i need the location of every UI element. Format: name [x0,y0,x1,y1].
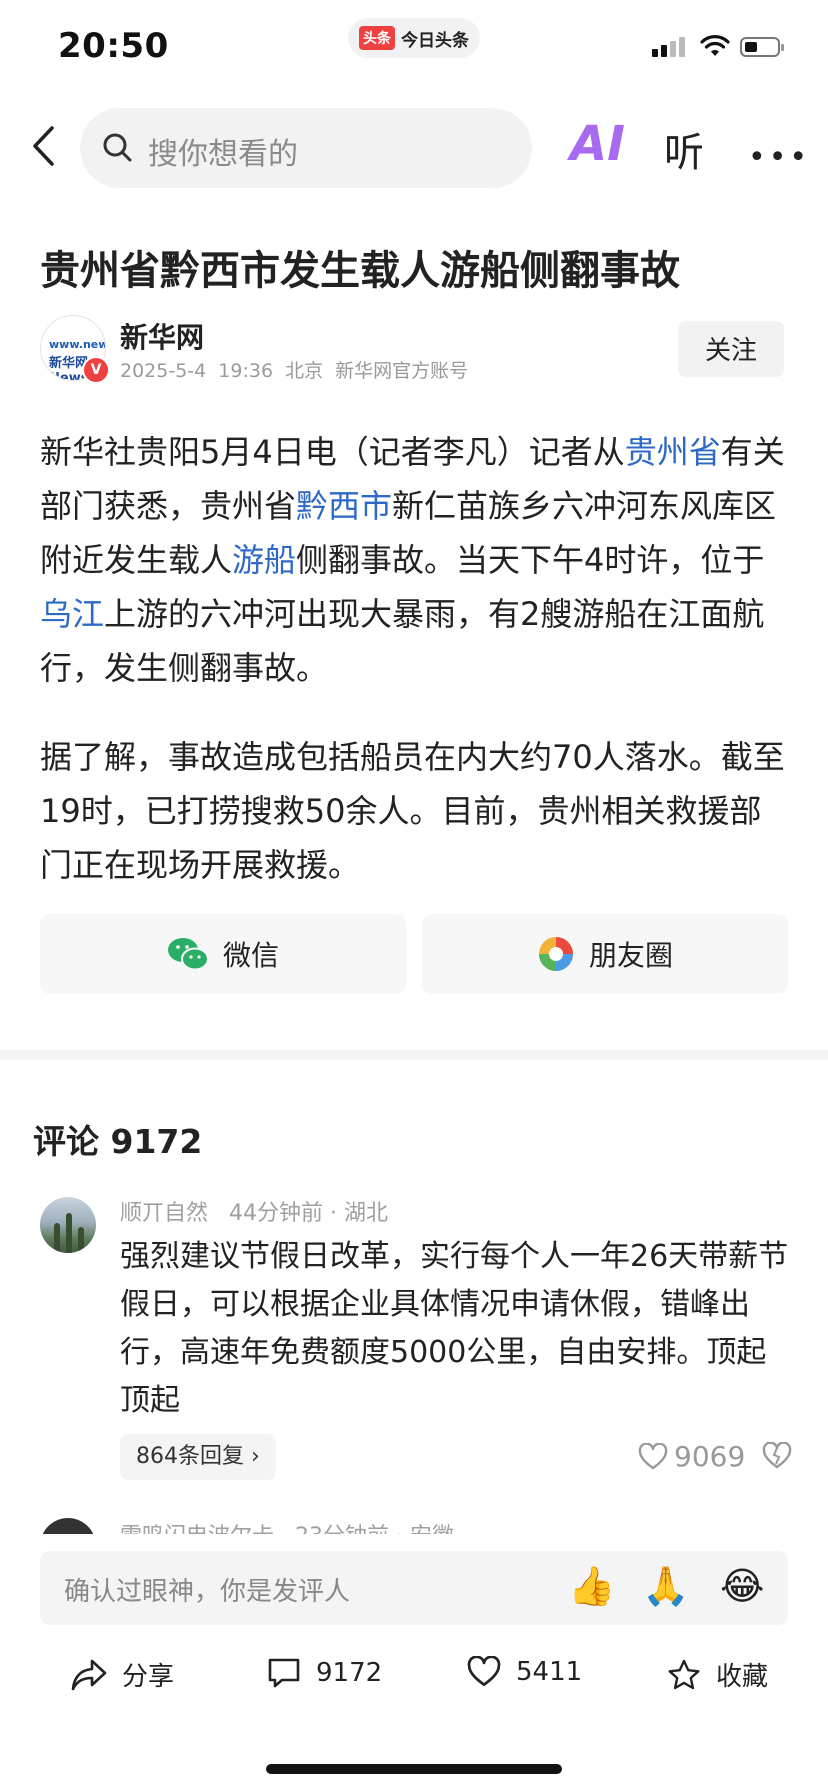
ai-button[interactable]: AI [570,116,625,172]
toutiao-logo: 头条 [359,26,395,50]
comment-input-placeholder: 确认过眼神，你是发评人 [64,1577,351,1607]
account-type: 新华网官方账号 [335,360,469,382]
comment-time: 44分钟前 [229,1201,323,1226]
like-action[interactable]: 5411 [466,1656,582,1688]
favorite-label: 收藏 [716,1662,769,1692]
comment-username[interactable]: 顺丌自然 [120,1201,208,1226]
heart-icon [467,1656,501,1686]
paragraph-text: 侧翻事故。当天下午4时许，位于 [296,541,765,579]
more-icon[interactable]: ••• [748,140,810,175]
share-moments-button[interactable]: 朋友圈 [422,914,788,994]
article-paragraph-1: 新华社贵阳5月4日电（记者李凡）记者从贵州省有关部门获悉，贵州省黔西市新仁苗族乡… [40,425,790,695]
thumbs-up-emoji-icon[interactable]: 👍 [568,1564,615,1609]
keyword-link[interactable]: 游船 [232,541,296,579]
star-icon [668,1659,700,1689]
article-title: 贵州省黔西市发生载人游船侧翻事故 [40,248,680,294]
wechat-label: 微信 [222,939,279,972]
source-name[interactable]: 新华网 [120,316,204,356]
comments-title: 评论 9172 [33,1122,203,1161]
follow-button[interactable]: 关注 [678,321,784,377]
meta-dot: · [330,1201,337,1226]
moments-icon [538,937,573,971]
keyword-link[interactable]: 贵州省 [625,433,721,471]
article-paragraph-2: 据了解，事故造成包括船员在内大约70人落水。截至19时，已打捞搜救50余人。目前… [40,738,785,884]
wechat-icon [167,938,209,971]
avatar-url-text: www.news.cn [49,338,105,351]
comment-like-button[interactable]: 9069 [638,1440,745,1473]
share-wechat-button[interactable]: 微信 [40,914,406,994]
comment-text: 强烈建议节假日改革，实行每个人一年26天带薪节假日，可以根据企业具体情况申请休假… [120,1239,789,1418]
publish-date: 2025-5-4 [120,360,207,382]
share-action[interactable]: 分享 [70,1656,174,1693]
moments-label: 朋友圈 [588,939,673,972]
search-bar[interactable]: 搜你想看的 [80,108,532,188]
app-name: 今日头条 [401,30,469,51]
chevron-right-icon: › [244,1444,260,1469]
laughing-emoji-icon[interactable]: 😂 [720,1564,764,1608]
cellular-signal-icon [652,37,685,57]
broken-heart-icon[interactable] [762,1442,792,1470]
commenter-avatar[interactable] [40,1197,96,1253]
keyword-link[interactable]: 黔西市 [296,487,392,525]
source-meta: 2025-5-4 19:36 北京 新华网官方账号 [120,356,468,383]
comment-like-count: 9069 [674,1440,746,1473]
paragraph-text: 上游的六冲河出现大暴雨，有2艘游船在江面航行，发生侧翻事故。 [40,595,765,687]
search-placeholder: 搜你想看的 [148,137,298,172]
comment-count: 9172 [316,1658,383,1688]
like-count: 5411 [516,1657,583,1687]
keyword-link[interactable]: 乌江 [40,595,104,633]
back-arrow-icon[interactable] [30,124,56,168]
comment-bubble-icon [268,1658,300,1688]
wifi-icon [700,35,730,56]
app-indicator[interactable]: 头条 今日头条 [348,18,480,58]
comment-meta: 顺丌自然 44分钟前 · 湖北 [120,1195,388,1227]
battery-icon [740,37,784,57]
publish-location: 北京 [285,360,324,382]
verified-badge-icon: V [82,356,110,384]
comment-action[interactable]: 9172 [266,1656,382,1690]
search-icon [103,133,132,162]
replies-label: 864条回复 [136,1444,244,1469]
pray-emoji-icon[interactable]: 🙏 [642,1564,689,1609]
section-divider [0,1050,828,1060]
listen-button[interactable]: 听 [664,120,704,178]
share-label: 分享 [122,1662,175,1692]
view-replies-button[interactable]: 864条回复 › [120,1434,276,1480]
paragraph-text: 新华社贵阳5月4日电（记者李凡）记者从 [40,433,625,471]
share-icon [71,1659,107,1690]
home-indicator[interactable] [266,1764,562,1774]
heart-icon [638,1442,668,1469]
status-time: 20:50 [58,26,169,66]
favorite-action[interactable]: 收藏 [666,1656,768,1693]
comment-location: 湖北 [344,1201,389,1226]
publish-time: 19:36 [218,360,274,382]
